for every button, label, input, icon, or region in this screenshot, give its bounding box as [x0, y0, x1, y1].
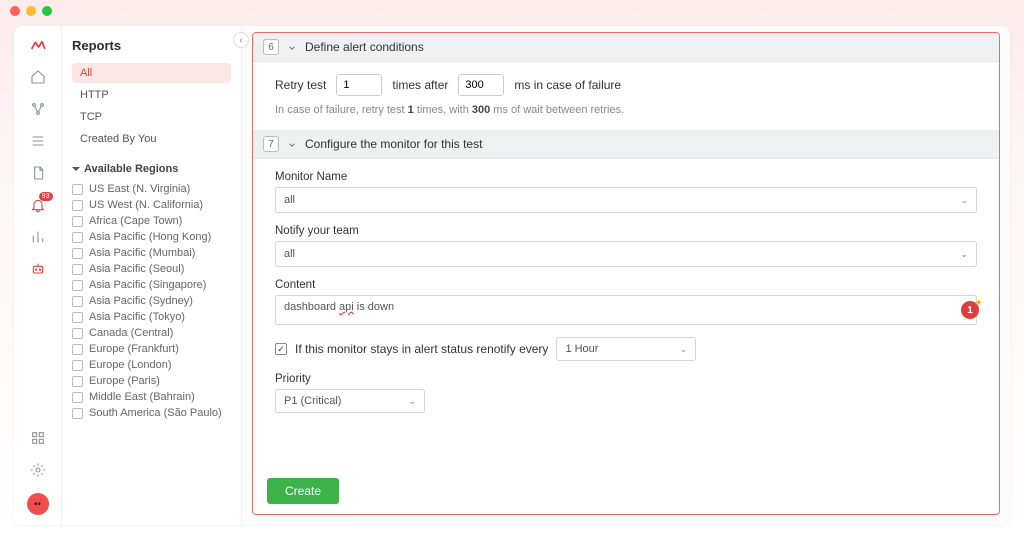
- region-item[interactable]: US East (N. Virginia): [72, 181, 231, 197]
- zoom-dot[interactable]: [42, 6, 52, 16]
- chevron-down-icon: ⌄: [960, 249, 968, 260]
- step-number: 6: [263, 39, 279, 55]
- regions-header-label: Available Regions: [84, 163, 178, 175]
- checkbox[interactable]: [72, 264, 83, 275]
- sidebar-collapse-handle[interactable]: ‹: [233, 32, 249, 48]
- retry-label-a: Retry test: [275, 78, 326, 92]
- checkbox[interactable]: [72, 232, 83, 243]
- region-item[interactable]: Europe (Frankfurt): [72, 341, 231, 357]
- region-item[interactable]: Canada (Central): [72, 325, 231, 341]
- checkbox[interactable]: [72, 312, 83, 323]
- checkbox[interactable]: [72, 280, 83, 291]
- renotify-interval-select[interactable]: 1 Hour ⌄: [556, 337, 696, 361]
- notification-badge: 93: [39, 192, 53, 201]
- renotify-checkbox[interactable]: ✓: [275, 343, 287, 355]
- region-item[interactable]: Asia Pacific (Tokyo): [72, 309, 231, 325]
- region-item[interactable]: US West (N. California): [72, 197, 231, 213]
- notify-label: Notify your team: [275, 225, 977, 237]
- notify-value: all: [284, 248, 295, 260]
- region-item[interactable]: Europe (Paris): [72, 373, 231, 389]
- window-traffic-lights: [0, 0, 1024, 22]
- retry-wait-input[interactable]: [458, 74, 504, 96]
- chevron-down-icon: ⌄: [960, 195, 968, 206]
- filter-item-tcp[interactable]: TCP: [72, 107, 231, 127]
- bell-icon[interactable]: 93: [29, 196, 47, 214]
- app-window: 93 •• Reports All HTTP TCP Created By Yo…: [14, 26, 1010, 525]
- retry-label-c: ms in case of failure: [514, 78, 621, 92]
- step6-title: Define alert conditions: [305, 40, 424, 54]
- region-item[interactable]: Asia Pacific (Mumbai): [72, 245, 231, 261]
- form-container: 6 Define alert conditions Retry test tim…: [252, 32, 1000, 515]
- content-label: Content: [275, 279, 977, 291]
- monitor-name-value: all: [284, 194, 295, 206]
- home-icon[interactable]: [29, 68, 47, 86]
- priority-label: Priority: [275, 373, 977, 385]
- filter-item-created-by-you[interactable]: Created By You: [72, 129, 231, 149]
- icon-rail: 93 ••: [14, 26, 62, 525]
- step6-body: Retry test times after ms in case of fai…: [253, 62, 999, 130]
- bar-chart-icon[interactable]: [29, 228, 47, 246]
- checkbox[interactable]: [72, 216, 83, 227]
- filter-item-all[interactable]: All: [72, 63, 231, 83]
- checkbox[interactable]: [72, 344, 83, 355]
- step6-header[interactable]: 6 Define alert conditions: [253, 33, 999, 62]
- step7-title: Configure the monitor for this test: [305, 137, 482, 151]
- filter-item-http[interactable]: HTTP: [72, 85, 231, 105]
- chevron-down-icon: [287, 42, 297, 52]
- app-logo-icon: [29, 36, 47, 54]
- renotify-value: 1 Hour: [565, 343, 598, 355]
- step7-header[interactable]: 7 Configure the monitor for this test: [253, 130, 999, 159]
- monitor-name-label: Monitor Name: [275, 171, 977, 183]
- chevron-down-icon: ⌄: [408, 396, 416, 407]
- minimize-dot[interactable]: [26, 6, 36, 16]
- region-item[interactable]: Africa (Cape Town): [72, 213, 231, 229]
- retry-count-input[interactable]: [336, 74, 382, 96]
- main-area: ‹ 6 Define alert conditions Retry test t…: [242, 26, 1010, 525]
- nodes-icon[interactable]: [29, 100, 47, 118]
- priority-select[interactable]: P1 (Critical) ⌄: [275, 389, 425, 413]
- create-button[interactable]: Create: [267, 478, 339, 504]
- checkbox[interactable]: [72, 392, 83, 403]
- settings-gear-icon[interactable]: [29, 461, 47, 479]
- list-icon[interactable]: [29, 132, 47, 150]
- user-avatar[interactable]: ••: [27, 493, 49, 515]
- regions-header[interactable]: Available Regions: [72, 163, 231, 175]
- checkbox[interactable]: [72, 248, 83, 259]
- content-textarea[interactable]: dashboard api is down ⋰: [275, 295, 977, 325]
- apps-grid-icon[interactable]: [29, 429, 47, 447]
- collapse-triangle-icon: [72, 167, 80, 171]
- monitor-name-select[interactable]: all ⌄: [275, 187, 977, 213]
- content-error-badge[interactable]: 1: [961, 301, 979, 319]
- sidebar-title: Reports: [72, 38, 231, 53]
- checkbox[interactable]: [72, 200, 83, 211]
- checkbox[interactable]: [72, 376, 83, 387]
- region-item[interactable]: Asia Pacific (Hong Kong): [72, 229, 231, 245]
- checkbox[interactable]: [72, 408, 83, 419]
- renotify-label: If this monitor stays in alert status re…: [295, 342, 548, 356]
- priority-value: P1 (Critical): [284, 395, 341, 407]
- sidebar: Reports All HTTP TCP Created By You Avai…: [62, 26, 242, 525]
- step-number: 7: [263, 136, 279, 152]
- region-item[interactable]: Asia Pacific (Sydney): [72, 293, 231, 309]
- chevron-down-icon: ⌄: [680, 344, 688, 355]
- step7-body: Monitor Name all ⌄ Notify your team all …: [253, 159, 999, 439]
- checkbox[interactable]: [72, 184, 83, 195]
- document-icon[interactable]: [29, 164, 47, 182]
- checkbox[interactable]: [72, 296, 83, 307]
- region-item[interactable]: Middle East (Bahrain): [72, 389, 231, 405]
- robot-icon[interactable]: [29, 260, 47, 278]
- retry-label-b: times after: [392, 78, 448, 92]
- retry-hint: In case of failure, retry test 1 times, …: [275, 104, 977, 116]
- notify-team-select[interactable]: all ⌄: [275, 241, 977, 267]
- chevron-down-icon: [287, 139, 297, 149]
- checkbox[interactable]: [72, 360, 83, 371]
- checkbox[interactable]: [72, 328, 83, 339]
- region-item[interactable]: South America (São Paulo): [72, 405, 231, 421]
- region-item[interactable]: Asia Pacific (Singapore): [72, 277, 231, 293]
- region-item[interactable]: Europe (London): [72, 357, 231, 373]
- region-item[interactable]: Asia Pacific (Seoul): [72, 261, 231, 277]
- close-dot[interactable]: [10, 6, 20, 16]
